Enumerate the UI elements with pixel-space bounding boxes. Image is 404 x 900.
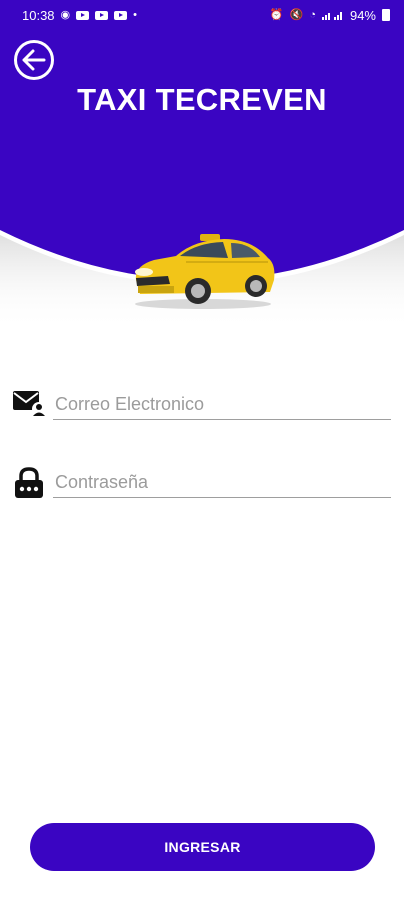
login-button[interactable]: INGRESAR xyxy=(30,823,375,871)
status-left: 10:38 ◉ • xyxy=(22,8,137,23)
email-field[interactable] xyxy=(53,390,391,420)
mute-icon: 🔇 xyxy=(289,8,304,21)
youtube-icon xyxy=(114,10,128,20)
padlock-icon xyxy=(15,467,43,498)
taxi-car-image xyxy=(135,234,275,309)
wifi-icon: ◔ xyxy=(309,8,316,21)
battery-icon xyxy=(382,9,390,21)
dot-icon: • xyxy=(133,8,138,21)
email-row xyxy=(12,388,392,432)
signal-icon xyxy=(321,12,342,20)
app-title: TAXI TECREVEN xyxy=(77,82,327,117)
back-button[interactable] xyxy=(14,40,54,80)
status-bar: 10:38 ◉ • ⏰ 🔇 ◔ 94% xyxy=(0,0,404,30)
password-row xyxy=(12,466,392,510)
status-right: ⏰ 🔇 ◔ 94% xyxy=(270,8,390,23)
arrow-left-icon xyxy=(22,49,46,71)
youtube-icon xyxy=(76,10,90,20)
status-time: 10:38 xyxy=(22,7,55,23)
password-field[interactable] xyxy=(53,468,391,498)
battery-text: 94% xyxy=(349,7,376,23)
envelope-user-icon xyxy=(13,391,46,416)
alarm-icon: ⏰ xyxy=(269,8,284,21)
youtube-icon xyxy=(95,10,109,20)
messenger-icon: ◉ xyxy=(60,8,71,21)
header-background xyxy=(0,30,404,330)
